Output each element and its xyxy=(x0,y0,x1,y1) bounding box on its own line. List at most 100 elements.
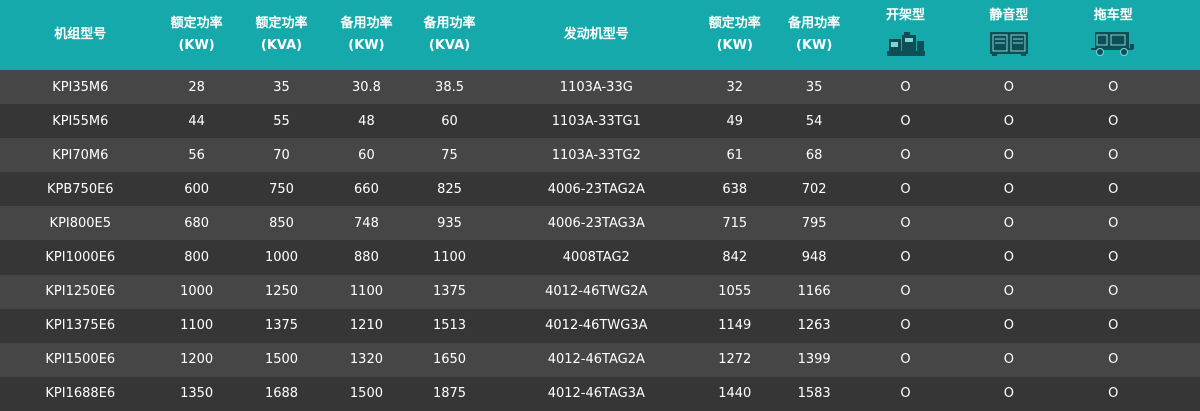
header-unit: (KVA) xyxy=(260,38,303,53)
table-cell: 75 xyxy=(441,147,458,163)
table-cell: 35 xyxy=(805,79,823,95)
table-cell: O xyxy=(1003,79,1015,95)
table-cell: O xyxy=(1108,79,1119,95)
table-cell: 825 xyxy=(437,181,462,197)
table-cell: 70 xyxy=(273,147,290,163)
table-cell: 1210 xyxy=(349,318,383,334)
table-cell: 795 xyxy=(801,215,827,231)
table-cell: O xyxy=(1003,181,1015,197)
header-label: 开架型 xyxy=(886,8,926,23)
table-row: KPI1000E6 800 1000 880 1100 4008TAG2 842 948 O O O xyxy=(0,240,1200,275)
table-cell: 30.8 xyxy=(351,79,381,95)
table-header: 机组型号 额定功率 (KW) 额定功率 (KVA) 备用功率 (KW) 备用功率… xyxy=(0,0,1200,70)
table-cell: KPI1375E6 xyxy=(45,318,116,334)
header-rated-kw: 额定功率 (KW) xyxy=(161,0,233,70)
table-cell: 1875 xyxy=(432,386,467,402)
table-row: KPI1375E6 1100 1375 1210 1513 4012-46TWG3A 114… xyxy=(0,308,1200,343)
header-engine-model: 发动机型号 xyxy=(497,0,696,70)
table-cell: 35 xyxy=(273,79,290,95)
table-cell: O xyxy=(900,318,911,334)
header-unit: (KW) xyxy=(178,38,215,53)
table-cell: 1375 xyxy=(264,318,299,334)
open-frame-generator-icon xyxy=(886,32,925,56)
table-cell: KPB750E6 xyxy=(47,181,114,197)
table-cell: 32 xyxy=(726,79,744,95)
table-cell: KPI35M6 xyxy=(52,79,109,95)
header-label: 额定功率 xyxy=(255,16,308,31)
header-silent: 静音型 xyxy=(956,0,1061,70)
table-cell: 1500 xyxy=(349,386,383,402)
header-unit: (KVA) xyxy=(428,38,471,53)
table-cell: 1399 xyxy=(797,352,831,368)
table-row: KPI800E5 680 850 748 935 4006-23TAG3A 715 795 O O… xyxy=(0,206,1200,241)
table-cell: 850 xyxy=(269,215,294,231)
table-cell: 1650 xyxy=(432,352,467,368)
table-cell: 1103A-33TG2 xyxy=(551,147,641,163)
table-cell: 48 xyxy=(358,113,375,129)
table-cell: O xyxy=(1003,250,1015,266)
header-label: 拖车型 xyxy=(1093,8,1133,23)
table-cell: 1100 xyxy=(180,318,214,334)
table-cell: 1200 xyxy=(180,352,214,368)
table-cell: 4006-23TAG3A xyxy=(547,215,645,231)
header-model: 机组型号 xyxy=(0,0,161,70)
table-cell: 1103A-33TG1 xyxy=(551,113,641,129)
table-cell: 61 xyxy=(726,147,744,163)
table-cell: O xyxy=(900,215,911,231)
table-cell: 680 xyxy=(184,215,210,231)
header-engine-rated-kw: 额定功率 (KW) xyxy=(696,0,774,70)
table-cell: 38.5 xyxy=(435,79,464,95)
table-cell: 4006-23TAG2A xyxy=(547,181,645,197)
table-row: KPI70M6 56 70 60 75 1103A-33TG2 61 68 O O O xyxy=(0,138,1200,173)
table-cell: KPI1688E6 xyxy=(45,386,116,402)
table-cell: 1055 xyxy=(718,284,752,300)
table-cell: 748 xyxy=(354,215,379,231)
header-label: 备用功率 xyxy=(788,16,841,31)
table-row: KPB750E6 600 750 660 825 4006-23TAG2A 638 702 O O… xyxy=(0,172,1200,207)
header-rated-kva: 额定功率 (KVA) xyxy=(233,0,331,70)
table-cell: 702 xyxy=(801,181,827,197)
table-cell: O xyxy=(1108,113,1119,129)
header-unit: (KW) xyxy=(716,38,753,53)
table-cell: 660 xyxy=(354,181,379,197)
table-cell: KPI1500E6 xyxy=(45,352,116,368)
table-cell: O xyxy=(1108,284,1119,300)
header-trailer: 拖车型 xyxy=(1062,0,1165,70)
table-cell: O xyxy=(1003,318,1015,334)
table-cell: 948 xyxy=(801,250,827,266)
table-row: KPI1688E6 1350 1688 1500 1875 4012-46TAG3A 144… xyxy=(0,376,1200,411)
table-cell: 1166 xyxy=(797,284,831,300)
table-cell: O xyxy=(1108,352,1119,368)
table-cell: 4012-46TAG2A xyxy=(547,352,645,368)
table-cell: 4012-46TAG3A xyxy=(547,386,645,402)
header-label: 静音型 xyxy=(989,8,1029,23)
header-unit: (KW) xyxy=(796,38,833,53)
table-cell: 4008TAG2 xyxy=(562,250,630,266)
table-cell: KPI55M6 xyxy=(52,113,109,129)
table-cell: 28 xyxy=(188,79,205,95)
table-cell: O xyxy=(900,352,911,368)
table-cell: 1100 xyxy=(349,284,383,300)
table-cell: 1375 xyxy=(432,284,467,300)
header-label: 额定功率 xyxy=(708,16,761,31)
table-cell: 1263 xyxy=(797,318,831,334)
header-spacer xyxy=(1165,0,1200,70)
table-cell: 1100 xyxy=(432,250,467,266)
table-cell: 68 xyxy=(805,147,823,163)
table-cell: O xyxy=(1108,147,1119,163)
table-cell: 1320 xyxy=(349,352,383,368)
table-cell: 1440 xyxy=(718,386,752,402)
table-cell: 1688 xyxy=(264,386,299,402)
table-cell: KPI70M6 xyxy=(52,147,109,163)
table-cell: KPI800E5 xyxy=(49,215,112,231)
table-cell: O xyxy=(1108,386,1119,402)
table-cell: 1583 xyxy=(797,386,831,402)
table-cell: O xyxy=(1108,181,1119,197)
table-cell: 1149 xyxy=(718,318,752,334)
header-label: 机组型号 xyxy=(54,27,107,42)
trailer-generator-icon xyxy=(1091,32,1135,56)
table-cell: 880 xyxy=(354,250,379,266)
table-cell: 1000 xyxy=(264,250,299,266)
header-engine-standby-kw: 备用功率 (KW) xyxy=(774,0,855,70)
table-cell: O xyxy=(900,181,911,197)
